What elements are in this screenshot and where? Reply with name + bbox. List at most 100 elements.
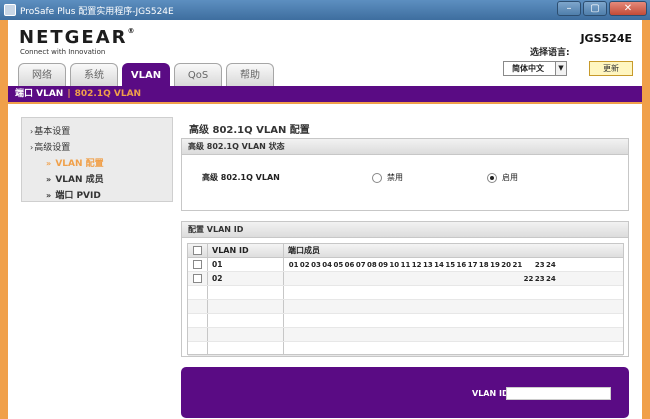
port-number [366, 272, 377, 286]
port-number: 06 [344, 261, 355, 269]
vlan-id-cell [208, 314, 284, 327]
column-header-ports: 端口成员 [288, 246, 320, 255]
port-number [478, 272, 489, 286]
port-number: 18 [478, 261, 489, 269]
radio-enable[interactable]: 启用 [487, 172, 518, 183]
sidebar-item-vlan-members[interactable]: » VLAN 成员 [22, 172, 172, 188]
minimize-button[interactable]: – [557, 1, 581, 16]
port-number [299, 272, 310, 286]
header-select-all [188, 244, 208, 257]
main-tabs: 网络 系统 VLAN QoS 帮助 [18, 63, 274, 87]
language-label: 选择语言: [530, 48, 570, 58]
port-members-cell [284, 314, 623, 327]
port-number: 08 [367, 261, 377, 269]
port-number: 23 [534, 261, 545, 269]
port-number [322, 272, 333, 286]
radio-label: 禁用 [387, 173, 403, 182]
port-number: 15 [445, 261, 456, 269]
tab-help[interactable]: 帮助 [226, 63, 274, 86]
table-header: VLAN ID 端口成员 [188, 244, 623, 258]
table-row: 02 22 23 24 [188, 272, 623, 286]
row-checkbox[interactable] [193, 274, 202, 283]
table-row [188, 342, 623, 356]
subtab-8021q-vlan[interactable]: 802.1Q VLAN [75, 89, 141, 99]
sidebar-item-advanced[interactable]: ›高级设置 [22, 140, 172, 156]
port-number: 20 [501, 261, 512, 269]
window-titlebar: ProSafe Plus 配置实用程序-JGS524E – ▢ ✕ [0, 0, 650, 20]
port-number: 14 [434, 261, 444, 269]
table-row [188, 300, 623, 314]
port-number: 04 [322, 261, 333, 269]
sidebar: ›基本设置 ›高级设置 » VLAN 配置 » VLAN 成员 » 端口 PVI… [21, 117, 173, 202]
radio-label: 启用 [502, 173, 518, 182]
window-controls: – ▢ ✕ [557, 1, 647, 16]
port-members-cell [284, 300, 623, 313]
vlan-id-input[interactable] [506, 387, 611, 400]
status-label: 高级 802.1Q VLAN [202, 173, 280, 182]
dropdown-arrow-icon[interactable]: ▼ [555, 62, 566, 75]
netgear-logo: NETGEAR® [19, 27, 137, 48]
row-checkbox[interactable] [193, 260, 202, 269]
row-select-cell [188, 272, 208, 285]
port-list: 01 02 03 04 05 06 07 08 09 10 11 12 13 14 15 16 17 18 19 20… [288, 258, 623, 272]
tab-vlan[interactable]: VLAN [122, 63, 170, 87]
vlan-id-cell: 01 [208, 258, 284, 271]
port-number [344, 272, 355, 286]
sidebar-item-label: 端口 PVID [55, 191, 101, 201]
port-number [400, 272, 411, 286]
port-number [422, 272, 433, 286]
vlan-id-cell [208, 342, 284, 355]
vlan-id-cell: 02 [208, 272, 284, 285]
row-select-cell [188, 314, 208, 327]
port-number [456, 272, 467, 286]
port-number [445, 272, 456, 286]
chevron-right-icon: › [30, 143, 34, 152]
brand-tagline: Connect with Innovation [20, 48, 106, 56]
vlan-id-cell [208, 300, 284, 313]
port-number [378, 272, 389, 286]
port-number [512, 272, 523, 286]
apply-button[interactable]: 更新 [589, 61, 633, 76]
sidebar-item-basic[interactable]: ›基本设置 [22, 124, 172, 140]
port-number: 19 [490, 261, 500, 269]
vlan-id-panel: 配置 VLAN ID VLAN ID 端口成员 01 01 02 03 04 05 06 07… [181, 221, 629, 357]
subtab-bar: 端口 VLAN | 802.1Q VLAN [8, 86, 642, 102]
port-number [489, 272, 500, 286]
chevron-right-icon: › [30, 127, 34, 136]
port-number: 24 [546, 261, 556, 269]
close-button[interactable]: ✕ [609, 1, 647, 16]
port-number: 10 [389, 261, 400, 269]
registered-mark: ® [127, 27, 137, 35]
sidebar-item-label: 基本设置 [34, 127, 71, 137]
radio-button-selected[interactable] [487, 172, 497, 183]
radio-disable[interactable]: 禁用 [372, 172, 403, 183]
app-content: NETGEAR® Connect with Innovation JGS524E… [8, 20, 642, 419]
port-members-cell [284, 342, 623, 355]
tab-system[interactable]: 系统 [70, 63, 118, 86]
port-number: 24 [546, 275, 556, 283]
port-number: 23 [534, 275, 545, 283]
port-number [501, 272, 512, 286]
port-number: 16 [456, 261, 467, 269]
port-number: 11 [400, 261, 411, 269]
column-header-vlan-id: VLAN ID [208, 244, 284, 257]
select-all-checkbox[interactable] [193, 246, 202, 255]
row-select-cell [188, 300, 208, 313]
tab-network[interactable]: 网络 [18, 63, 66, 86]
sidebar-item-label: 高级设置 [34, 143, 71, 153]
double-chevron-icon: » [46, 191, 52, 200]
radio-button[interactable] [372, 172, 382, 183]
language-value: 简体中文 [512, 64, 544, 73]
vlan-id-label: VLAN ID [472, 389, 509, 398]
sidebar-item-port-pvid[interactable]: » 端口 PVID [22, 188, 172, 204]
brand-name: NETGEAR [19, 27, 128, 48]
port-members-cell [284, 286, 623, 299]
maximize-button[interactable]: ▢ [583, 1, 607, 16]
subtab-port-vlan[interactable]: 端口 VLAN [15, 89, 63, 99]
sidebar-item-vlan-config[interactable]: » VLAN 配置 [22, 156, 172, 172]
table-row [188, 286, 623, 300]
language-select[interactable]: 简体中文 ▼ [503, 61, 567, 76]
row-select-cell [188, 328, 208, 341]
vlan-status-panel: 高级 802.1Q VLAN 状态 高级 802.1Q VLAN 禁用 启用 [181, 138, 629, 211]
tab-qos[interactable]: QoS [174, 63, 222, 86]
